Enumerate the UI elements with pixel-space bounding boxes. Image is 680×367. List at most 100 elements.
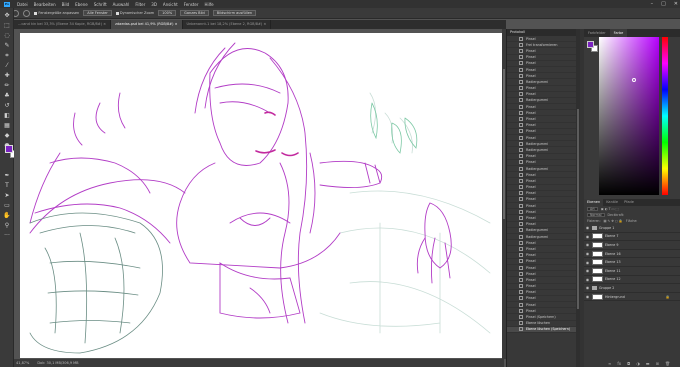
layer-row[interactable]: ◉ Hintergrund 🔒	[584, 293, 680, 302]
blur-tool-icon[interactable]: ◆	[3, 132, 11, 140]
fx-icon[interactable]: fx	[617, 361, 621, 366]
zoom-tool-sidebar-icon[interactable]: ⚲	[3, 222, 11, 230]
history-item[interactable]: Ebene löschen (Speichern)	[507, 326, 576, 333]
foreground-color-swatch[interactable]	[5, 145, 13, 153]
stamp-tool-icon[interactable]: ♣	[3, 92, 11, 100]
menu-filter[interactable]: Filter	[132, 2, 148, 7]
layer-row[interactable]: ◉ Ebene 7	[584, 233, 680, 242]
color-panel-foreground-swatch[interactable]	[587, 41, 594, 48]
layers-panel: Ebenen Kanäle Pfade Art ▣ ◐ T ▭ ⬚ Normal…	[584, 199, 680, 367]
gradient-tool-icon[interactable]: ▦	[3, 122, 11, 130]
visibility-eye-icon[interactable]: ◉	[585, 285, 590, 290]
menu-type[interactable]: Schrift	[91, 2, 110, 7]
color-picker-cursor[interactable]	[632, 78, 636, 82]
tab-document-2[interactable]: zdaedas.psd bei 41,9% (RGB/8#) ×	[111, 20, 183, 29]
folder-icon	[592, 225, 597, 230]
zoom-level-readout[interactable]: 41,87%	[16, 361, 29, 365]
menu-window[interactable]: Fenster	[181, 2, 202, 7]
scrubby-zoom-checkbox[interactable]: Dynamischer Zoom	[115, 11, 154, 15]
mask-icon[interactable]: ◘	[627, 361, 630, 366]
more-tools-icon[interactable]: ···	[3, 232, 11, 240]
close-icon[interactable]: ✕	[674, 0, 678, 8]
hand-tool-icon[interactable]: ✋	[3, 212, 11, 220]
new-layer-icon[interactable]: ⊞	[656, 361, 659, 366]
brush-history-icon	[519, 129, 523, 134]
hue-slider[interactable]	[662, 37, 668, 195]
layer-row[interactable]: ◉ Ebene 13	[584, 258, 680, 267]
brush-history-icon	[519, 191, 523, 196]
layer-row[interactable]: ◉ Ebene 12	[584, 276, 680, 285]
tab-paths[interactable]: Pfade	[621, 199, 637, 206]
document-size-info: Dok: 30,1 MB/306,9 MB	[37, 361, 79, 365]
layer-row[interactable]: ◉ Ebene 16	[584, 250, 680, 259]
trash-icon[interactable]: 🗑	[665, 361, 670, 366]
minimize-icon[interactable]: –	[651, 0, 654, 8]
adjustment-icon[interactable]: ◑	[636, 361, 640, 366]
tab-swatches[interactable]: Farbfelder	[584, 29, 610, 37]
move-tool-icon[interactable]: ✥	[3, 12, 11, 20]
marquee-tool-icon[interactable]: ⬚	[3, 22, 11, 30]
lasso-tool-icon[interactable]: ◌	[3, 32, 11, 40]
tab-color[interactable]: Farbe	[609, 29, 628, 37]
fit-screen-button[interactable]: Ganzes Bild	[180, 10, 209, 16]
tab-document-3[interactable]: Unbenannt-1 bei 18,2% (Ebene 2, RGB/8#) …	[183, 20, 272, 29]
brush-history-icon	[519, 321, 523, 326]
fill-screen-button[interactable]: Bildschirm ausfüllen	[212, 10, 257, 16]
menu-image[interactable]: Bild	[59, 2, 73, 7]
layer-filter-select[interactable]: Art	[587, 207, 598, 211]
menu-edit[interactable]: Bearbeiten	[31, 2, 59, 7]
new-group-icon[interactable]: ▬	[646, 361, 650, 366]
visibility-eye-icon[interactable]: ◉	[585, 277, 590, 282]
brush-history-icon	[519, 36, 523, 41]
layer-thumbnail	[592, 241, 603, 248]
menu-select[interactable]: Auswahl	[110, 2, 133, 7]
visibility-eye-icon[interactable]: ◉	[585, 242, 590, 247]
layer-row[interactable]: ◉ Ebene 11	[584, 267, 680, 276]
pen-tool-icon[interactable]: ✒	[3, 172, 11, 180]
healing-brush-tool-icon[interactable]: ✚	[3, 72, 11, 80]
tab-layers[interactable]: Ebenen	[584, 199, 604, 206]
visibility-eye-icon[interactable]: ◉	[585, 294, 590, 299]
menu-help[interactable]: Hilfe	[202, 2, 217, 7]
eyedropper-tool-icon[interactable]: ⁄	[3, 62, 11, 70]
resize-windows-checkbox[interactable]: Fenstergröße anpassen	[34, 11, 79, 15]
menu-view[interactable]: Ansicht	[160, 2, 181, 7]
menu-file[interactable]: Datei	[14, 2, 31, 7]
shape-tool-icon[interactable]: ▭	[3, 202, 11, 210]
tab-channels[interactable]: Kanäle	[603, 199, 621, 206]
tab-document-1[interactable]: ...cand kin bei 33,3% (Ebene 34 Kopie, R…	[14, 20, 112, 29]
visibility-eye-icon[interactable]: ◉	[585, 260, 590, 265]
link-icon[interactable]: ∞	[608, 361, 611, 366]
menu-3d[interactable]: 3D	[148, 2, 160, 7]
zoom-out-icon[interactable]	[23, 9, 31, 17]
color-picker-field[interactable]	[599, 37, 659, 195]
layer-group-row[interactable]: ◉ Gruppe 2	[584, 284, 680, 293]
layer-group-row[interactable]: ◉ Gruppe 1	[584, 224, 680, 233]
quick-select-tool-icon[interactable]: ✎	[3, 42, 11, 50]
layer-row[interactable]: ◉ Ebene 9	[584, 241, 680, 250]
brush-history-icon	[519, 117, 523, 122]
blend-mode-select[interactable]: Normal	[587, 213, 605, 217]
visibility-eye-icon[interactable]: ◉	[585, 234, 590, 239]
brush-tool-icon[interactable]: ✏	[3, 82, 11, 90]
type-tool-icon[interactable]: T	[3, 182, 11, 190]
filter-icons[interactable]: ▣ ◐ T ▭ ⬚	[601, 207, 619, 211]
history-brush-tool-icon[interactable]: ↺	[3, 102, 11, 110]
history-item-label: Pinsel	[526, 129, 536, 134]
menu-layer[interactable]: Ebene	[72, 2, 91, 7]
brush-history-icon	[519, 253, 523, 258]
path-select-tool-icon[interactable]: ➤	[3, 192, 11, 200]
history-item-label: Pinsel	[526, 61, 536, 66]
canvas[interactable]	[20, 33, 502, 358]
all-windows-button[interactable]: Alle Fenster	[83, 10, 112, 16]
crop-tool-icon[interactable]: ⌗	[3, 52, 11, 60]
maximize-icon[interactable]: □	[661, 0, 666, 8]
eraser-tool-icon[interactable]: ◧	[3, 112, 11, 120]
lock-icons[interactable]: ▦ ✎ ✥ ▢ 🔒	[604, 219, 623, 223]
visibility-eye-icon[interactable]: ◉	[585, 251, 590, 256]
document-tabs: ...cand kin bei 33,3% (Ebene 34 Kopie, R…	[14, 20, 506, 29]
zoom-100-button[interactable]: 100%	[158, 10, 177, 16]
visibility-eye-icon[interactable]: ◉	[585, 225, 590, 230]
brush-history-icon	[519, 209, 523, 214]
visibility-eye-icon[interactable]: ◉	[585, 268, 590, 273]
